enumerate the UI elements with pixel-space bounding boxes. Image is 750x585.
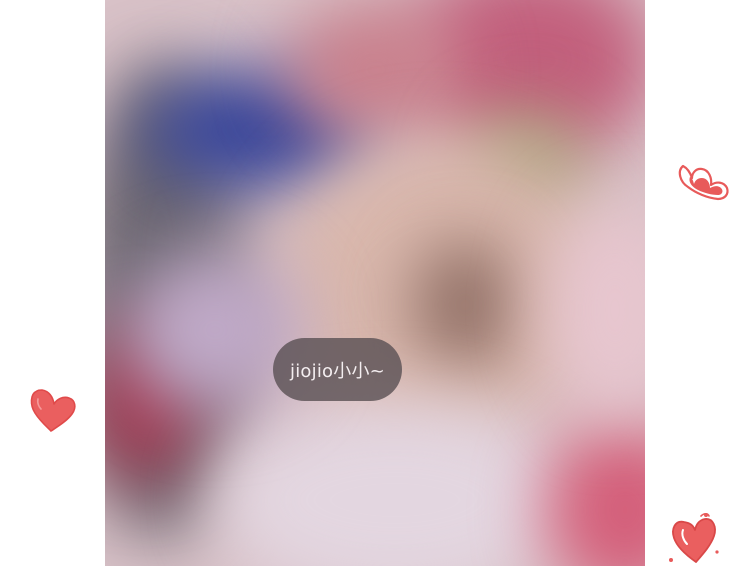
photo-blur-shape	[285, 0, 465, 140]
nickname-pill[interactable]: jiojio小小~	[273, 338, 402, 401]
nickname-label: jiojio小小~	[290, 360, 385, 382]
heart-icon	[30, 389, 76, 432]
heart-icon	[678, 164, 729, 201]
blurred-profile-photo	[105, 0, 645, 566]
photo-blur-shape	[545, 420, 645, 566]
heart-icon	[669, 512, 719, 563]
photo-blur-shape	[215, 400, 575, 566]
profile-card: jiojio小小~	[0, 0, 750, 585]
photo-blur-shape	[415, 240, 515, 370]
